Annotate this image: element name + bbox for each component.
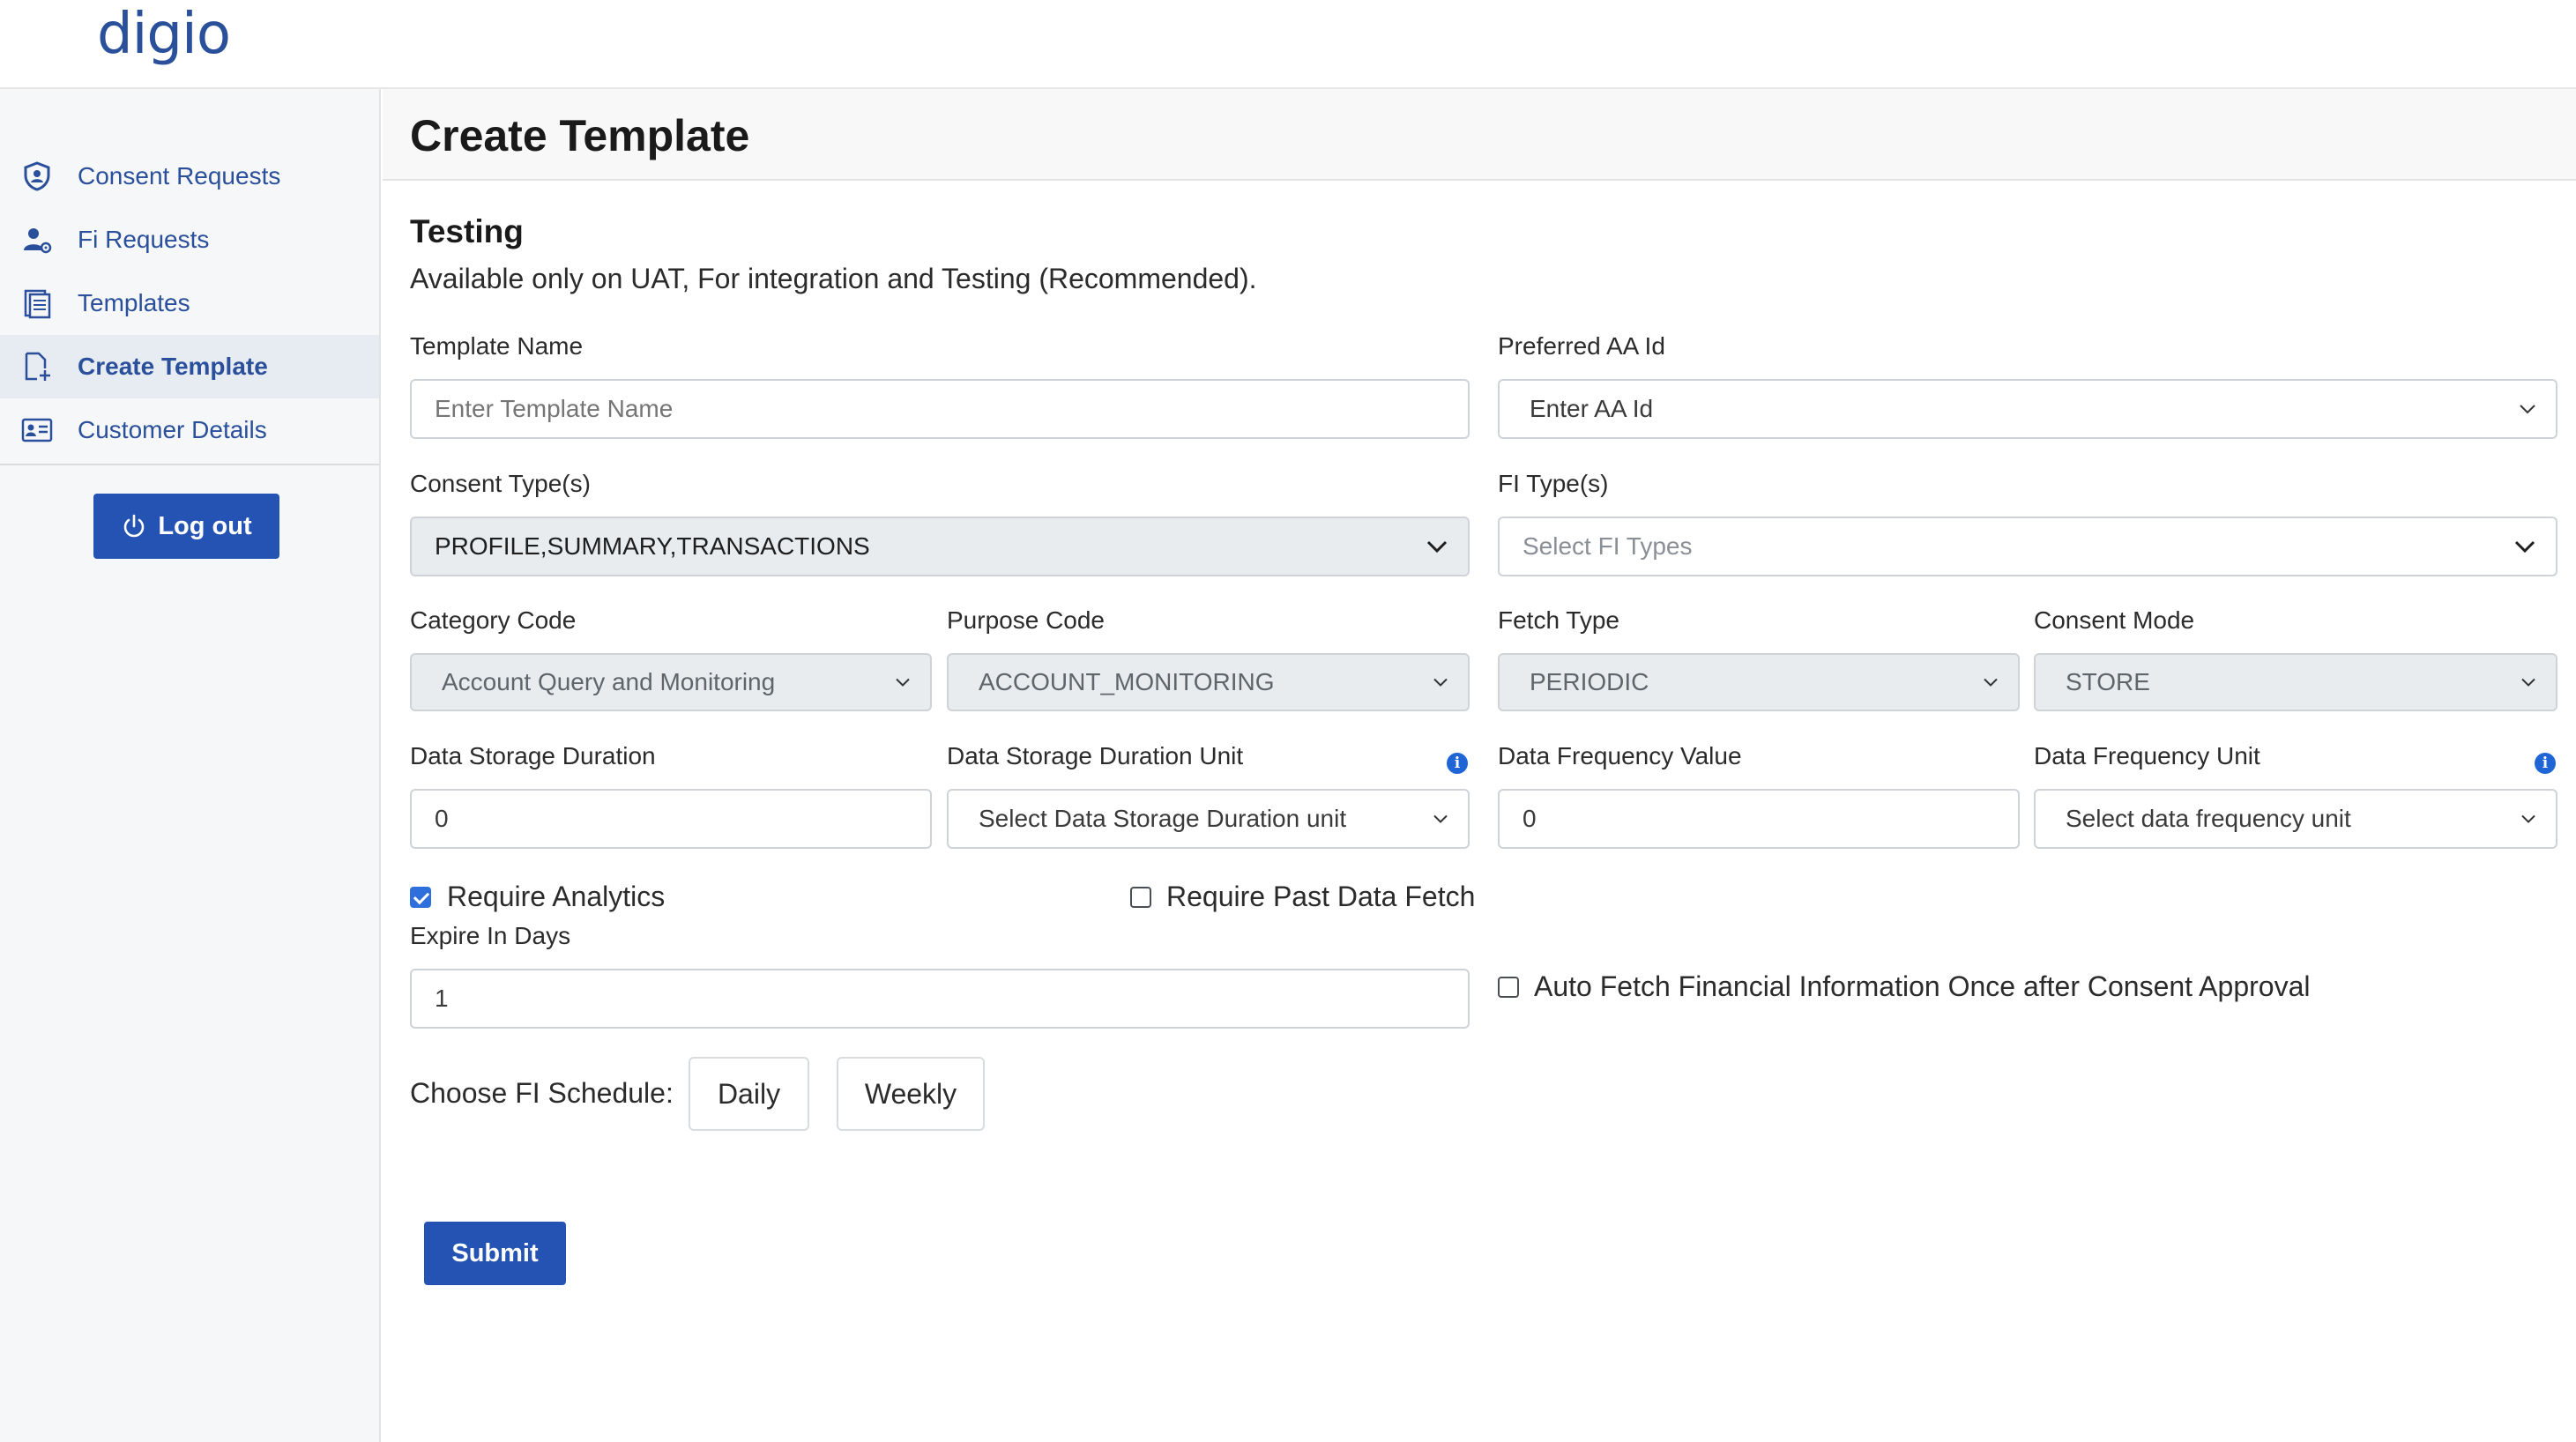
chevron-down-icon: [2520, 405, 2535, 414]
purpose-code-label: Purpose Code: [947, 606, 1106, 634]
fi-types-placeholder: Select FI Types: [1523, 532, 1693, 560]
sidebar-item-label: Customer Details: [78, 416, 267, 443]
require-analytics-label: Require Analytics: [447, 881, 666, 912]
require-past-data-fetch-label: Require Past Data Fetch: [1166, 881, 1476, 912]
schedule-weekly-button[interactable]: Weekly: [837, 1057, 985, 1131]
preferred-aa-label: Preferred AA Id: [1498, 332, 1665, 360]
category-code-value: Account Query and Monitoring: [442, 668, 776, 695]
template-name-input[interactable]: [410, 379, 1470, 439]
section-description: Available only on UAT, For integration a…: [410, 263, 1257, 294]
consent-types-label: Consent Type(s): [410, 470, 591, 497]
section-title: Testing: [410, 213, 524, 249]
submit-button[interactable]: Submit: [424, 1222, 566, 1285]
purpose-code-select[interactable]: ACCOUNT_MONITORING: [947, 653, 1470, 711]
chevron-down-icon: [2514, 540, 2535, 554]
purpose-code-value: ACCOUNT_MONITORING: [979, 668, 1275, 695]
sidebar-item-label: Fi Requests: [78, 226, 210, 253]
user-gear-icon: [19, 222, 55, 257]
sidebar-item-templates[interactable]: Templates: [0, 271, 379, 335]
chevron-down-icon: [1426, 540, 1448, 554]
sidebar-item-create-template[interactable]: Create Template: [0, 335, 379, 398]
preferred-aa-select[interactable]: Enter AA Id: [1498, 379, 2557, 439]
sidebar-item-label: Templates: [78, 289, 190, 316]
schedule-daily-button[interactable]: Daily: [689, 1057, 809, 1131]
info-icon[interactable]: i: [2535, 753, 2556, 774]
data-storage-duration-value: 0: [435, 805, 449, 832]
category-code-label: Category Code: [410, 606, 577, 634]
chevron-down-icon: [896, 678, 910, 687]
fetch-type-select[interactable]: PERIODIC: [1498, 653, 2020, 711]
chevron-down-icon: [1984, 678, 1998, 687]
template-name-label: Template Name: [410, 332, 584, 360]
data-frequency-unit-label: Data Frequency Unit: [2034, 742, 2260, 769]
document-add-icon: [19, 349, 55, 384]
expire-in-days-input[interactable]: 1: [410, 969, 1470, 1029]
sidebar-divider: [0, 464, 379, 465]
data-storage-duration-label: Data Storage Duration: [410, 742, 656, 769]
fetch-type-label: Fetch Type: [1498, 606, 1620, 634]
top-header: digio: [0, 0, 2576, 89]
consent-mode-select[interactable]: STORE: [2034, 653, 2557, 711]
consent-mode-label: Consent Mode: [2034, 606, 2195, 634]
fi-schedule-label: Choose FI Schedule:: [410, 1077, 674, 1109]
require-analytics-checkbox[interactable]: [410, 887, 431, 908]
chevron-down-icon: [1433, 814, 1448, 823]
data-frequency-value: 0: [1523, 805, 1537, 832]
power-icon: [124, 514, 145, 538]
document-list-icon: [19, 286, 55, 321]
data-storage-duration-unit-placeholder: Select Data Storage Duration unit: [979, 805, 1347, 832]
sidebar: Consent Requests Fi Requests Templates C…: [0, 89, 381, 1442]
sidebar-item-customer-details[interactable]: Customer Details: [0, 398, 379, 462]
require-past-data-fetch-checkbox[interactable]: [1130, 887, 1151, 908]
sidebar-item-fi-requests[interactable]: Fi Requests: [0, 208, 379, 271]
consent-types-select[interactable]: PROFILE,SUMMARY,TRANSACTIONS: [410, 517, 1470, 576]
data-frequency-unit-select[interactable]: Select data frequency unit: [2034, 789, 2557, 849]
fetch-type-value: PERIODIC: [1530, 668, 1649, 695]
sidebar-item-label: Consent Requests: [78, 162, 281, 190]
auto-fetch-label: Auto Fetch Financial Information Once af…: [1534, 970, 2311, 1002]
data-frequency-value-input[interactable]: 0: [1498, 789, 2020, 849]
fi-types-select[interactable]: Select FI Types: [1498, 517, 2557, 576]
data-storage-duration-unit-label: Data Storage Duration Unit: [947, 742, 1244, 769]
consent-mode-value: STORE: [2066, 668, 2150, 695]
id-card-icon: [19, 413, 55, 448]
logout-button[interactable]: Log out: [93, 494, 279, 559]
page-title: Create Template: [410, 111, 750, 160]
data-storage-duration-input[interactable]: 0: [410, 789, 932, 849]
chevron-down-icon: [2521, 814, 2535, 823]
sidebar-nav: Consent Requests Fi Requests Templates C…: [0, 145, 379, 462]
category-code-select[interactable]: Account Query and Monitoring: [410, 653, 932, 711]
data-frequency-value-label: Data Frequency Value: [1498, 742, 1742, 769]
data-storage-duration-unit-select[interactable]: Select Data Storage Duration unit: [947, 789, 1470, 849]
expire-in-days-value: 1: [435, 985, 449, 1012]
sidebar-item-label: Create Template: [78, 353, 268, 380]
page-header: Create Template: [383, 89, 2576, 181]
digio-logo[interactable]: digio: [97, 2, 231, 67]
info-icon[interactable]: i: [1447, 753, 1468, 774]
sidebar-item-consent-requests[interactable]: Consent Requests: [0, 145, 379, 208]
consent-types-value: PROFILE,SUMMARY,TRANSACTIONS: [435, 532, 870, 560]
chevron-down-icon: [2521, 678, 2535, 687]
expire-in-days-label: Expire In Days: [410, 922, 571, 949]
shield-user-icon: [19, 159, 55, 194]
chevron-down-icon: [1433, 678, 1448, 687]
data-frequency-unit-placeholder: Select data frequency unit: [2066, 805, 2351, 832]
auto-fetch-checkbox[interactable]: [1498, 977, 1519, 998]
fi-types-label: FI Type(s): [1498, 470, 1609, 497]
preferred-aa-value: Enter AA Id: [1530, 395, 1654, 422]
logout-label: Log out: [158, 511, 252, 540]
